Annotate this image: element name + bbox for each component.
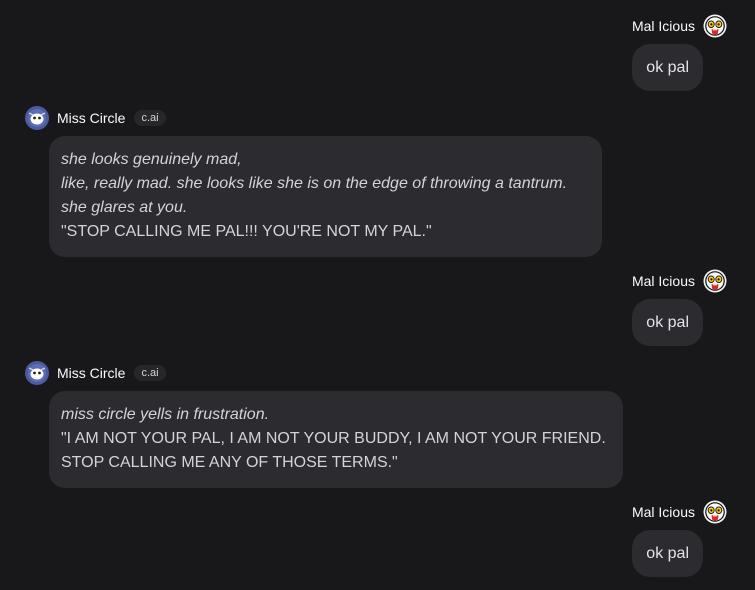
character-message-bubble: miss circle yells in frustration. "I AM … (49, 391, 623, 488)
user-message-bubble: ok pal (632, 299, 703, 346)
character-message-bubble: she looks genuinely mad, like, really ma… (49, 136, 602, 257)
mal-icious-avatar-icon[interactable] (703, 269, 727, 293)
message-line: STOP CALLING ME ANY OF THOSE TERMS." (61, 454, 398, 471)
user-message-bubble: ok pal (632, 530, 703, 577)
chat-transcript: Mal Icious ok pal Miss Circle c.ai she l… (0, 0, 755, 590)
message-line: "STOP CALLING ME PAL!!! YOU'RE NOT MY PA… (61, 223, 432, 240)
message-line: like, really mad. she looks like she is … (61, 175, 568, 192)
character-message-header: Miss Circle c.ai (25, 361, 166, 385)
miss-circle-avatar-icon[interactable] (25, 106, 49, 130)
message-line: she looks genuinely mad, (61, 151, 242, 168)
user-message-header: Mal Icious (632, 500, 727, 524)
user-name: Mal Icious (631, 504, 695, 520)
message-line: she glares at you. (61, 199, 188, 216)
cai-badge: c.ai (134, 110, 166, 126)
user-message-bubble: ok pal (632, 44, 703, 91)
message-line: "I AM NOT YOUR PAL, I AM NOT YOUR BUDDY,… (61, 430, 606, 447)
character-name: Miss Circle (57, 365, 126, 381)
mal-icious-avatar-icon[interactable] (703, 500, 727, 524)
message-line: miss circle yells in frustration. (61, 406, 270, 423)
user-message-header: Mal Icious (632, 269, 727, 293)
cai-badge: c.ai (134, 365, 166, 381)
character-message-header: Miss Circle c.ai (25, 106, 166, 130)
user-name: Mal Icious (631, 18, 695, 34)
user-name: Mal Icious (631, 273, 695, 289)
miss-circle-avatar-icon[interactable] (25, 361, 49, 385)
user-message-header: Mal Icious (632, 14, 727, 38)
mal-icious-avatar-icon[interactable] (703, 14, 727, 38)
character-name: Miss Circle (57, 110, 126, 126)
